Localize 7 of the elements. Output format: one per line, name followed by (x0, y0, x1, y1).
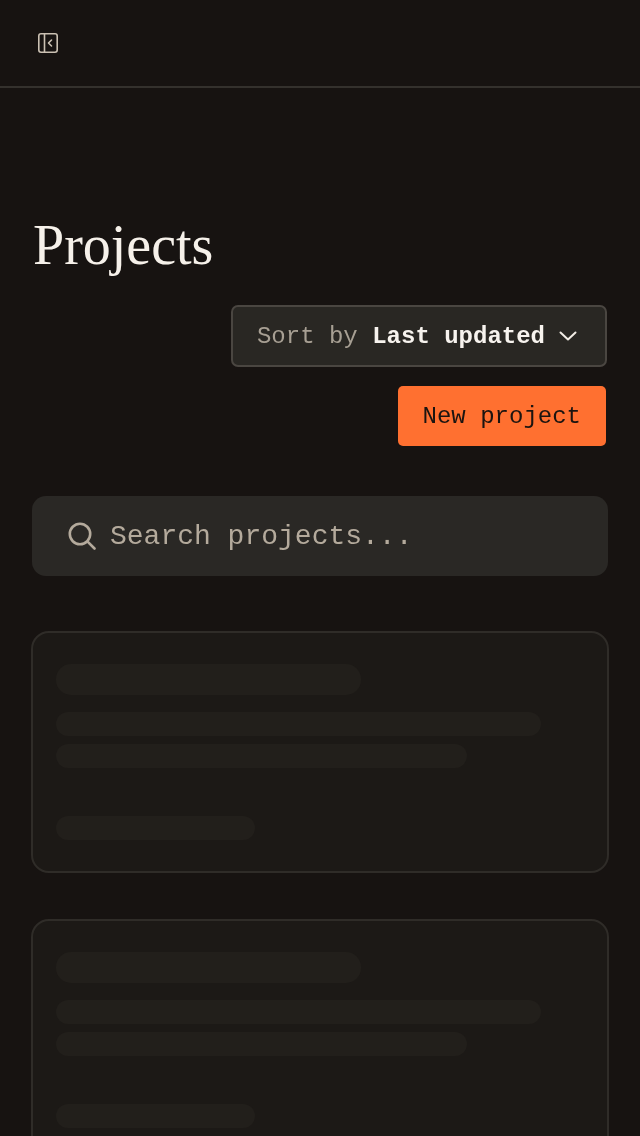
page-title: Projects (33, 213, 215, 278)
chevron-down-icon (559, 331, 577, 341)
search-icon (68, 522, 96, 550)
search-field[interactable]: Search projects... (32, 496, 608, 576)
new-project-button[interactable]: New project (397, 386, 606, 446)
sort-dropdown[interactable]: Sort by Last updated (230, 305, 607, 367)
sidebar-toggle-icon[interactable] (38, 33, 58, 53)
